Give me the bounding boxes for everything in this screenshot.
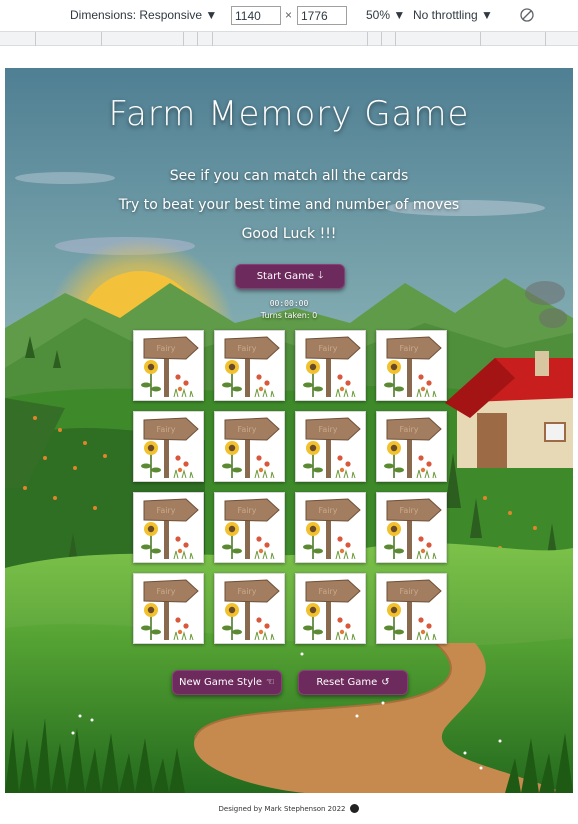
sign-text: Fairy [156,587,175,596]
intro-line-3: Good Luck !!! [241,226,337,242]
throttling-dropdown[interactable]: No throttling ▼ [413,8,493,22]
memory-card[interactable]: Fairy [376,492,447,563]
memory-card[interactable]: Fairy [133,573,204,644]
sign-text: Fairy [318,344,337,353]
signpost-sunflower-icon: Fairy [215,412,284,481]
reset-game-label: Reset Game [316,677,378,688]
memory-card[interactable]: Fairy [214,492,285,563]
sign-text: Fairy [399,425,418,434]
devtools-toolbar: Dimensions: Responsive ▼ × 50% ▼ No thro… [0,0,578,32]
reset-game-button[interactable]: Reset Game ↺ [298,670,408,695]
sign-text: Fairy [237,344,256,353]
signpost-sunflower-icon: Fairy [296,331,365,400]
memory-card[interactable]: Fairy [214,330,285,401]
rotate-icon[interactable] [519,7,535,23]
intro-line-1: See if you can match all the cards [169,168,409,184]
start-game-label: Start Game [256,271,315,282]
sign-text: Fairy [318,587,337,596]
sign-text: Fairy [399,506,418,515]
sign-text: Fairy [399,587,418,596]
hand-pointer-icon: ☜ [266,677,276,688]
page-title: Farm Memory Game [108,94,470,134]
signpost-sunflower-icon: Fairy [377,493,446,562]
viewport-width-input[interactable] [231,6,281,25]
zoom-dropdown[interactable]: 50% ▼ [366,8,405,22]
turns-counter: Turns taken: 0 [260,311,318,320]
memory-card[interactable]: Fairy [295,492,366,563]
start-game-button[interactable]: Start Game 🡓 [235,264,345,289]
memory-card[interactable]: Fairy [214,411,285,482]
footer-credit: Designed by Mark Stephenson 2022 [218,804,346,813]
signpost-sunflower-icon: Fairy [377,574,446,643]
game-timer: 00:00:00 [269,299,309,308]
arrow-down-icon: 🡓 [318,270,324,281]
new-game-style-button[interactable]: New Game Style ☜ [172,670,282,695]
viewport-height-input[interactable] [297,6,347,25]
media-query-ruler [0,32,578,46]
memory-card[interactable]: Fairy [376,411,447,482]
signpost-sunflower-icon: Fairy [296,493,365,562]
page-footer: Designed by Mark Stephenson 2022 [5,793,573,824]
page-viewport: Farm Memory Game See if you can match al… [5,68,573,824]
signpost-sunflower-icon: Fairy [215,493,284,562]
sign-text: Fairy [237,506,256,515]
sign-text: Fairy [399,344,418,353]
signpost-sunflower-icon: Fairy [296,412,365,481]
github-icon[interactable] [350,804,360,813]
signpost-sunflower-icon: Fairy [134,574,203,643]
memory-card[interactable]: Fairy [376,330,447,401]
signpost-sunflower-icon: Fairy [134,493,203,562]
memory-card[interactable]: Fairy [133,492,204,563]
memory-card[interactable]: Fairy [376,573,447,644]
sign-text: Fairy [318,425,337,434]
signpost-sunflower-icon: Fairy [215,331,284,400]
signpost-sunflower-icon: Fairy [377,412,446,481]
sign-text: Fairy [237,425,256,434]
sign-text: Fairy [156,344,175,353]
times-symbol: × [285,8,293,22]
intro-line-2: Try to beat your best time and number of… [118,197,460,213]
signpost-sunflower-icon: Fairy [134,412,203,481]
sign-text: Fairy [237,587,256,596]
memory-card[interactable]: Fairy [214,573,285,644]
signpost-sunflower-icon: Fairy [296,574,365,643]
signpost-sunflower-icon: Fairy [134,331,203,400]
signpost-sunflower-icon: Fairy [215,574,284,643]
memory-card[interactable]: Fairy [133,330,204,401]
card-grid: Fairy Fairy Fairy Fairy Fairy Fairy Fairy Fairy… [133,330,447,644]
memory-card[interactable]: Fairy [295,330,366,401]
dimensions-dropdown[interactable]: Dimensions: Responsive ▼ [70,8,217,22]
sign-text: Fairy [156,425,175,434]
rotate-left-icon: ↺ [381,677,390,688]
sign-text: Fairy [156,506,175,515]
sign-text: Fairy [318,506,337,515]
memory-card[interactable]: Fairy [133,411,204,482]
memory-card[interactable]: Fairy [295,573,366,644]
new-game-style-label: New Game Style [178,677,263,688]
viewport-gutter [0,46,578,68]
signpost-sunflower-icon: Fairy [377,331,446,400]
memory-card[interactable]: Fairy [295,411,366,482]
